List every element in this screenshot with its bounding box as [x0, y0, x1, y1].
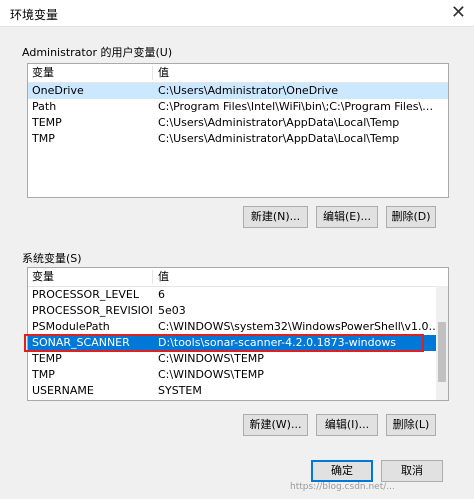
- user-new-button[interactable]: 新建(N)...: [243, 206, 308, 228]
- user-delete-button[interactable]: 删除(D): [386, 206, 436, 228]
- table-row[interactable]: TMP C:\Users\Administrator\AppData\Local…: [28, 131, 448, 147]
- table-row[interactable]: Path C:\Program Files\Intel\WiFi\bin\;C:…: [28, 99, 448, 115]
- table-row-selected[interactable]: SONAR_SCANNER D:\tools\sonar-scanner-4.2…: [28, 335, 448, 351]
- user-edit-button[interactable]: 编辑(E)...: [316, 206, 378, 228]
- close-icon[interactable]: ✕: [451, 2, 466, 23]
- sys-new-button[interactable]: 新建(W)...: [243, 414, 308, 436]
- scrollbar-thumb[interactable]: [438, 322, 446, 382]
- table-row[interactable]: USERNAME SYSTEM: [28, 383, 448, 399]
- col-header-variable[interactable]: 变量: [32, 268, 152, 286]
- window-title: 环境变量: [10, 8, 59, 22]
- col-header-value[interactable]: 值: [158, 64, 440, 82]
- title-bar: 环境变量 ✕: [0, 0, 474, 27]
- cancel-button[interactable]: 取消: [381, 460, 443, 482]
- col-header-variable[interactable]: 变量: [32, 64, 152, 82]
- table-header: 变量 值: [28, 268, 448, 287]
- table-row[interactable]: TEMP C:\WINDOWS\TEMP: [28, 351, 448, 367]
- sys-edit-button[interactable]: 编辑(I)...: [316, 414, 378, 436]
- watermark: https://blog.csdn.net/...: [290, 482, 395, 492]
- sys-delete-button[interactable]: 删除(L): [386, 414, 436, 436]
- col-header-value[interactable]: 值: [158, 268, 440, 286]
- table-header: 变量 值: [28, 64, 448, 83]
- table-row[interactable]: PSModulePath C:\WINDOWS\system32\Windows…: [28, 319, 448, 335]
- user-vars-table[interactable]: 变量 值 OneDrive C:\Users\Administrator\One…: [27, 63, 449, 198]
- ok-button[interactable]: 确定: [311, 460, 373, 482]
- user-vars-group-label: Administrator 的用户变量(U): [22, 46, 173, 59]
- table-row[interactable]: TEMP C:\Users\Administrator\AppData\Loca…: [28, 115, 448, 131]
- vertical-scrollbar[interactable]: [436, 286, 448, 400]
- table-row[interactable]: PROCESSOR_REVISION 5e03: [28, 303, 448, 319]
- table-row[interactable]: OneDrive C:\Users\Administrator\OneDrive: [28, 83, 448, 99]
- sys-vars-group-label: 系统变量(S): [22, 252, 82, 265]
- table-row[interactable]: TMP C:\WINDOWS\TEMP: [28, 367, 448, 383]
- table-row[interactable]: PROCESSOR_LEVEL 6: [28, 287, 448, 303]
- sys-vars-table[interactable]: 变量 值 PROCESSOR_LEVEL 6 PROCESSOR_REVISIO…: [27, 267, 449, 401]
